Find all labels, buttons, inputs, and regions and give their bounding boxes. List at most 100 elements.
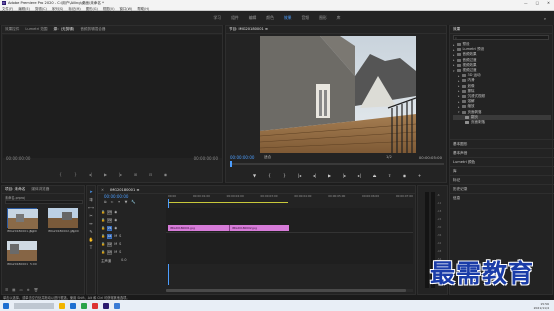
lock-icon[interactable]: 🔒 [101, 234, 105, 238]
search-icon[interactable]: ⌕ [544, 16, 546, 21]
collapse-icon[interactable]: ▾ [453, 69, 455, 73]
menu-window[interactable]: 窗口(W) [120, 6, 133, 11]
program-resolution-dropdown[interactable]: 1/2 [386, 155, 392, 159]
expand-icon[interactable]: ▸ [458, 84, 460, 88]
source-timecode-in[interactable]: 00:00:00:00 [6, 156, 30, 161]
app-icon[interactable] [114, 302, 120, 309]
project-item-thumbnail[interactable] [7, 241, 37, 261]
add-marker-icon[interactable]: ▼ [251, 172, 258, 178]
track-label[interactable]: V3 [107, 209, 113, 215]
mute-icon[interactable]: M [114, 250, 117, 254]
section-essential-graphics[interactable]: 基本图形 [450, 139, 554, 148]
expand-icon[interactable]: ▸ [458, 100, 460, 104]
windows-start-icon[interactable] [3, 302, 9, 309]
project-item-thumbnail[interactable] [48, 208, 78, 228]
extract-icon[interactable]: ⇪ [386, 172, 393, 178]
mark-out-icon[interactable]: } [281, 172, 288, 178]
tab-program[interactable]: 节目: IMG20180001 ≡ [229, 27, 268, 32]
track-label[interactable]: V2 [107, 217, 113, 223]
step-back-icon[interactable]: ◂| [87, 171, 94, 177]
pen-tool-icon[interactable]: ✎ [89, 229, 92, 234]
linked-selection-icon[interactable]: ⚭ [118, 200, 121, 204]
expand-icon[interactable]: ▸ [458, 105, 460, 109]
mark-in-icon[interactable]: { [57, 171, 64, 177]
overwrite-icon[interactable]: ⊟ [147, 171, 154, 177]
lock-icon[interactable]: 🔒 [101, 218, 105, 222]
lift-icon[interactable]: ⏏ [371, 172, 378, 178]
solo-icon[interactable]: S [119, 250, 121, 254]
play-icon[interactable]: ▶ [102, 171, 109, 177]
file-explorer-icon[interactable] [59, 302, 65, 309]
source-viewer[interactable] [3, 35, 222, 158]
step-forward-icon[interactable]: |▸ [341, 172, 348, 178]
clip-v1-1[interactable]: IMG20180001.jpg [168, 225, 229, 231]
slip-tool-icon[interactable]: ↔ [89, 221, 92, 226]
taskbar-search-input[interactable] [14, 302, 54, 309]
lock-icon[interactable]: 🔒 [101, 226, 105, 230]
eye-icon[interactable]: ◉ [114, 210, 117, 214]
project-item-thumbnail[interactable] [7, 208, 38, 229]
tab-source[interactable]: 源：(无剪辑) [54, 27, 75, 32]
minimize-icon[interactable]: — [524, 1, 528, 5]
type-tool-icon[interactable]: T [90, 245, 92, 250]
snap-icon[interactable]: ⊂ [111, 200, 114, 204]
program-fit-dropdown[interactable]: 适合 [264, 155, 271, 160]
lock-icon[interactable]: 🔒 [101, 210, 105, 214]
menu-sequence[interactable]: 序列(S) [52, 6, 64, 11]
work-area-bar[interactable] [168, 202, 288, 203]
expand-icon[interactable]: ▸ [453, 58, 455, 62]
icon-view-icon[interactable]: ▦ [12, 288, 15, 292]
add-marker-icon[interactable]: ▼ [125, 200, 128, 204]
eye-icon[interactable]: ◉ [114, 218, 117, 222]
trash-icon[interactable]: 🗑 [34, 288, 38, 292]
wechat-icon[interactable] [81, 302, 87, 309]
menu-edit[interactable]: 编辑(E) [18, 6, 30, 11]
program-playhead[interactable] [230, 161, 232, 167]
menu-file[interactable]: 文件(F) [2, 6, 13, 11]
program-scrub-bar[interactable] [230, 161, 444, 167]
app-icon[interactable] [92, 302, 98, 309]
tab-media-browser[interactable]: 媒体浏览器 [31, 187, 49, 192]
workspace-libraries[interactable]: 库 [337, 15, 341, 21]
nest-icon[interactable]: ⧉ [104, 200, 107, 204]
menu-marker[interactable]: 标记(M) [68, 6, 80, 11]
maximize-icon[interactable]: □ [536, 1, 539, 5]
solo-icon[interactable]: S [119, 242, 121, 246]
solo-icon[interactable]: S [119, 234, 121, 238]
master-volume[interactable]: 0.0 [121, 258, 126, 262]
lock-icon[interactable]: 🔒 [101, 250, 105, 254]
workspace-graphics[interactable]: 图形 [319, 15, 327, 21]
track-select-tool-icon[interactable]: ⇶ [89, 197, 92, 202]
workspace-audio[interactable]: 音频 [301, 15, 309, 21]
tab-audio-clip-mixer[interactable]: 音频剪辑混合器 [80, 27, 105, 32]
section-libraries[interactable]: 库 [450, 166, 554, 175]
new-item-icon[interactable]: ⊕ [27, 288, 30, 292]
timeline-scroll-thumb[interactable] [166, 289, 406, 292]
razor-tool-icon[interactable]: ✂ [89, 213, 92, 218]
section-lumetri-color[interactable]: Lumetri 颜色 [450, 157, 554, 166]
step-forward-icon[interactable]: |▸ [117, 171, 124, 177]
section-history[interactable]: 历史记录 [450, 184, 554, 193]
section-info[interactable]: 信息 [450, 193, 554, 202]
close-icon[interactable]: ✕ [101, 188, 104, 192]
settings-icon[interactable]: 🔧 [131, 200, 135, 204]
export-frame-icon[interactable]: ◉ [401, 172, 408, 178]
lock-icon[interactable]: 🔒 [101, 242, 105, 246]
expand-icon[interactable]: ▸ [453, 63, 455, 67]
timeline-scrollbar[interactable] [166, 289, 413, 292]
clip-v1-2[interactable]: IMG20180002.jpg [229, 225, 289, 231]
program-timecode[interactable]: 00:00:00:00 [230, 155, 254, 160]
menu-clip[interactable]: 剪辑(C) [35, 6, 47, 11]
expand-icon[interactable]: ▸ [458, 89, 460, 93]
program-viewer[interactable] [260, 36, 416, 153]
insert-icon[interactable]: ⊞ [132, 171, 139, 177]
mute-icon[interactable]: M [114, 234, 117, 238]
hand-tool-icon[interactable]: ✋ [89, 237, 94, 242]
workspace-effects[interactable]: 效果 [284, 15, 292, 21]
mute-icon[interactable]: M [114, 242, 117, 246]
expand-icon[interactable]: ▸ [453, 48, 455, 52]
expand-icon[interactable]: ▸ [453, 43, 455, 47]
timeline-timecode[interactable]: 00:00:00:00 [104, 194, 128, 199]
workspace-editing[interactable]: 编辑 [249, 15, 257, 21]
tab-project[interactable]: 项目: 未命名 [5, 187, 25, 192]
